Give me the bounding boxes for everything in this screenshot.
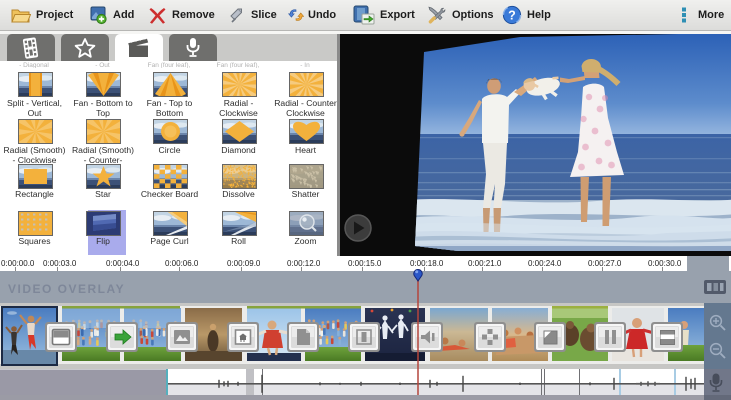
svg-text:?: ? bbox=[508, 9, 516, 23]
